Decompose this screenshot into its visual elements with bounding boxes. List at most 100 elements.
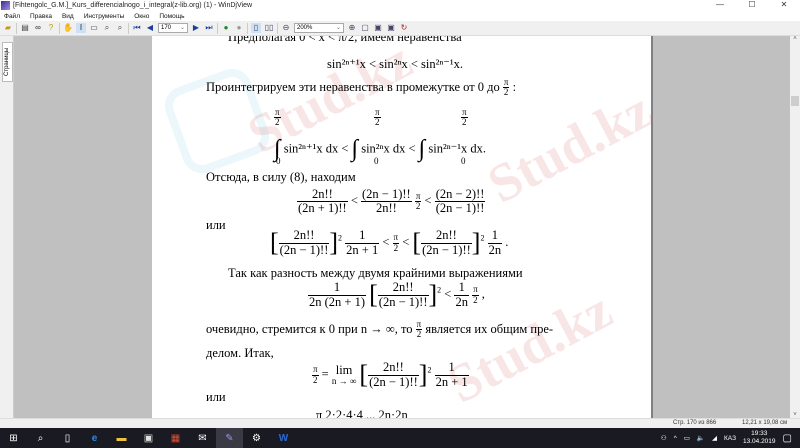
- store-icon[interactable]: ▣: [135, 428, 162, 448]
- watermark: Stud.kz: [478, 79, 653, 215]
- lim: lim: [335, 363, 353, 378]
- app-icon: [1, 1, 10, 10]
- num: 2n!!: [368, 361, 419, 376]
- page-number-input[interactable]: 170 ⌄: [158, 23, 188, 33]
- zoom-in-icon[interactable]: ⊕: [347, 23, 357, 33]
- num: π: [472, 284, 479, 296]
- den: 2: [275, 117, 280, 128]
- text-line: Отсюда, в силу (8), находим: [206, 170, 356, 184]
- window-title: [Fihtengolc_G.M.]_Kurs_differencialnogo_…: [13, 2, 253, 9]
- exp: 2: [338, 233, 343, 243]
- den: 2: [415, 201, 421, 212]
- scroll-thumb[interactable]: [791, 96, 799, 106]
- num: (2n − 2)!!: [434, 187, 486, 203]
- text-line: или: [206, 218, 226, 232]
- network-icon[interactable]: ◢: [712, 434, 717, 442]
- forward-icon[interactable]: ●: [234, 23, 244, 33]
- rotate-icon[interactable]: ↻: [399, 23, 409, 33]
- hand-tool-icon[interactable]: ✋: [63, 23, 73, 33]
- menu-edit[interactable]: Правка: [30, 13, 52, 20]
- mail-icon[interactable]: ✉: [189, 428, 216, 448]
- den: 2n (2n + 1): [309, 294, 365, 309]
- sidebar-tabs: Страницы: [0, 36, 14, 418]
- search-icon[interactable]: ⌕: [27, 428, 54, 448]
- people-icon[interactable]: ⚇: [661, 434, 667, 442]
- close-button[interactable]: ✕: [768, 0, 800, 9]
- tray-chevron-icon[interactable]: ^: [674, 435, 677, 442]
- text-line: Так как разность между двумя крайними вы…: [228, 266, 523, 280]
- taskbar: ⊞ ⌕ ▯ e ▬ ▣ ▦ ✉ ✎ ⚙ W ⚇ ^ ▭ 🔈 ◢ КАЗ 19:3…: [0, 428, 800, 448]
- integral-1: sin²ⁿ⁺¹x dx <: [283, 141, 349, 156]
- tab-pages[interactable]: Страницы: [2, 42, 13, 82]
- menu-tools[interactable]: Инструменты: [84, 13, 125, 20]
- den: 2n: [455, 294, 468, 309]
- clock[interactable]: 19:33 13.04.2019: [743, 430, 776, 446]
- den: (2n + 1)!!: [298, 201, 347, 216]
- op: <: [350, 193, 358, 208]
- den: 2: [313, 374, 318, 385]
- minimize-button[interactable]: —: [704, 0, 736, 9]
- den: (2n − 1)!!: [378, 294, 428, 309]
- op: <: [444, 286, 452, 301]
- first-page-icon[interactable]: ⏮: [132, 23, 142, 33]
- document-viewport[interactable]: Stud.kz Stud.kz Stud.kz Предполагая 0 < …: [14, 36, 790, 418]
- den: (2n − 1)!!: [279, 242, 329, 257]
- num: (2n − 1)!!: [361, 187, 412, 203]
- system-tray: ⚇ ^ ▭ 🔈 ◢ КАЗ 19:33 13.04.2019 ▢: [661, 428, 800, 448]
- two-pages-icon[interactable]: ▯▯: [264, 23, 274, 33]
- last-page-icon[interactable]: ⏭: [204, 23, 214, 33]
- num: 1: [345, 229, 380, 244]
- den: 2: [416, 329, 422, 340]
- select-text-icon[interactable]: I: [76, 23, 86, 33]
- zoom-rect-icon[interactable]: ⌕: [115, 23, 125, 33]
- help-icon[interactable]: ?: [46, 23, 56, 33]
- task-view-icon[interactable]: ▯: [54, 428, 81, 448]
- windjview-taskbar-icon[interactable]: ✎: [216, 428, 243, 448]
- upper-limit: π2: [461, 107, 468, 128]
- back-icon[interactable]: ●: [221, 23, 231, 33]
- num: 2n!!: [377, 281, 429, 296]
- menu-window[interactable]: Окно: [134, 13, 149, 20]
- select-rect-icon[interactable]: ▭: [89, 23, 99, 33]
- language-indicator[interactable]: КАЗ: [724, 435, 736, 442]
- word-icon[interactable]: W: [270, 428, 297, 448]
- app-icon[interactable]: ▦: [162, 428, 189, 448]
- open-icon[interactable]: ▰: [3, 23, 13, 33]
- file-explorer-icon[interactable]: ▬: [108, 428, 135, 448]
- document-page[interactable]: Stud.kz Stud.kz Stud.kz Предполагая 0 < …: [152, 36, 653, 418]
- vertical-scrollbar[interactable]: ˄ ˅: [790, 36, 800, 418]
- scroll-up-icon[interactable]: ˄: [790, 36, 800, 42]
- menu-help[interactable]: Помощь: [159, 13, 184, 20]
- zoom-select[interactable]: 200% ⌄: [294, 23, 344, 33]
- zoom-out-icon[interactable]: ⊖: [281, 23, 291, 33]
- den: (2n − 1)!!: [422, 242, 471, 257]
- num: π: [312, 364, 319, 376]
- print-icon[interactable]: ▤: [20, 23, 30, 33]
- zoom-icon[interactable]: ⌕: [102, 23, 112, 33]
- text: Проинтегрируем эти неравенства в промежу…: [206, 79, 500, 94]
- maximize-button[interactable]: ☐: [736, 0, 768, 9]
- menu-file[interactable]: Файл: [4, 13, 20, 20]
- date: 13.04.2019: [743, 438, 776, 445]
- zoom-value: 200%: [297, 25, 313, 31]
- battery-icon[interactable]: ▭: [684, 434, 690, 442]
- actual-size-icon[interactable]: ▣: [386, 23, 396, 33]
- text: является их общим пре-: [425, 321, 554, 336]
- op: <: [382, 234, 390, 249]
- op: =: [321, 366, 329, 381]
- prev-page-icon[interactable]: ◀: [145, 23, 155, 33]
- menu-bar: Файл Правка Вид Инструменты Окно Помощь: [0, 11, 800, 21]
- fit-page-icon[interactable]: ▢: [360, 23, 370, 33]
- volume-icon[interactable]: 🔈: [697, 434, 705, 442]
- single-page-icon[interactable]: ▯: [251, 23, 261, 33]
- notifications-icon[interactable]: ▢: [783, 433, 792, 444]
- settings-icon[interactable]: ⚙: [243, 428, 270, 448]
- text-line: очевидно, стремится к 0 при n → ∞, то π2…: [206, 319, 554, 340]
- find-icon[interactable]: ∞: [33, 23, 43, 33]
- next-page-icon[interactable]: ▶: [191, 23, 201, 33]
- edge-icon[interactable]: e: [81, 428, 108, 448]
- den: 2: [393, 242, 399, 253]
- fit-width-icon[interactable]: ▣: [373, 23, 383, 33]
- menu-view[interactable]: Вид: [62, 13, 74, 20]
- start-icon[interactable]: ⊞: [0, 428, 27, 448]
